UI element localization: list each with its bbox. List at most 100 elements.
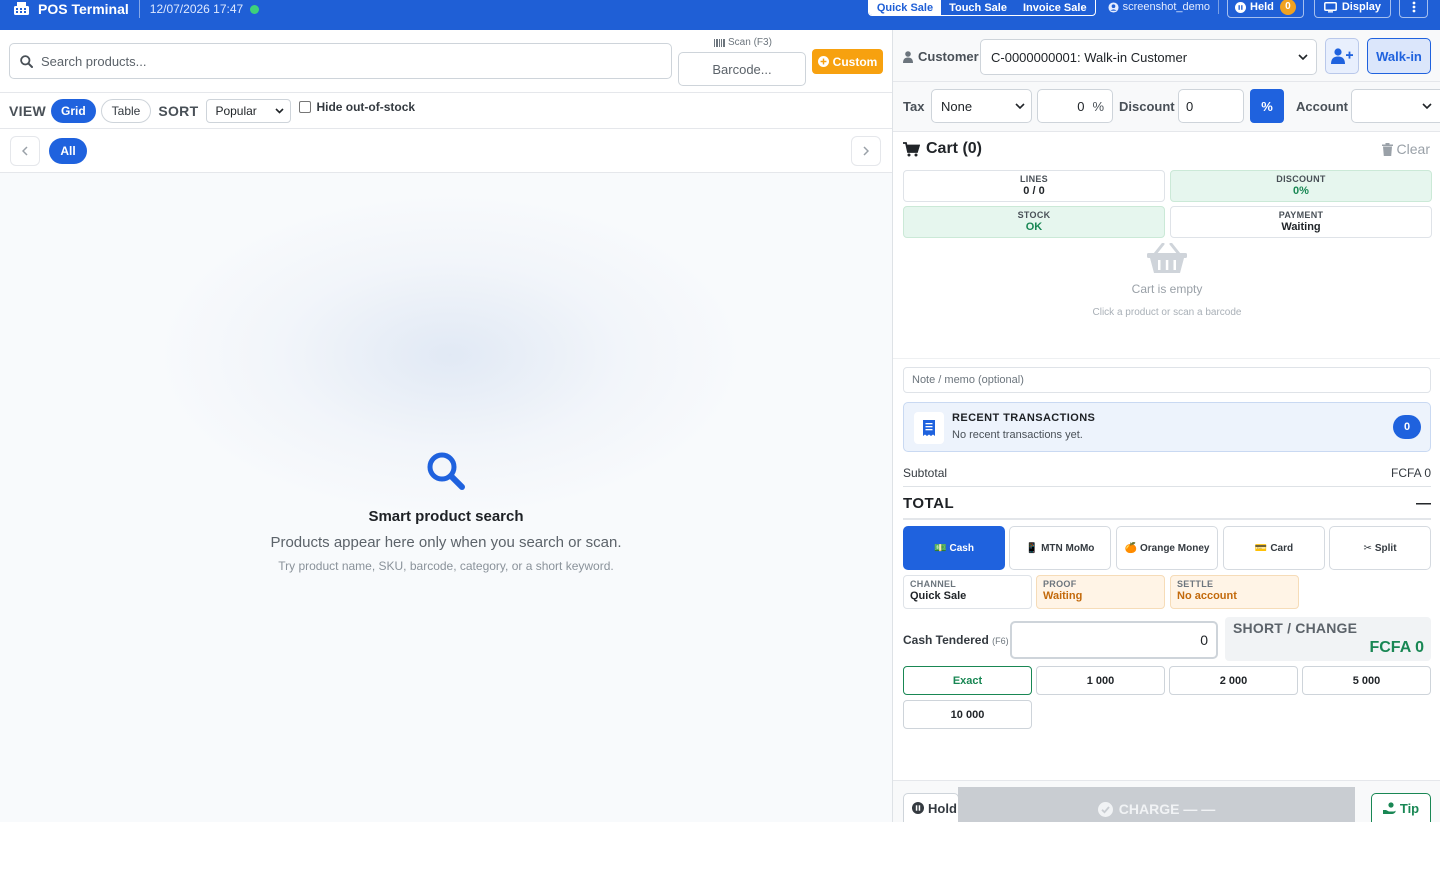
short-change-value: FCFA 0 xyxy=(1369,639,1424,656)
basket-icon xyxy=(1147,243,1187,273)
stat-stock-value: OK xyxy=(1025,221,1043,233)
quick-amount-exact[interactable]: Exact xyxy=(903,666,1032,695)
account-select[interactable] xyxy=(1351,89,1440,123)
kebab-menu-icon xyxy=(1412,1,1415,13)
short-change-label: SHORT / CHANGE xyxy=(1233,620,1358,636)
credit-card-icon: 💳 xyxy=(1254,542,1268,554)
tax-rate-input[interactable]: 0 % xyxy=(1037,89,1113,123)
stat-discount: DISCOUNT 0% xyxy=(1170,170,1432,202)
recent-transactions-title: RECENT TRANSACTIONS xyxy=(952,412,1096,424)
chevron-down-icon xyxy=(1015,103,1025,109)
receipt-icon-box xyxy=(914,412,944,444)
category-next-button[interactable] xyxy=(851,136,881,166)
search-icon xyxy=(427,452,465,490)
cart-title: Cart (0) xyxy=(926,140,983,157)
payment-method-mtn-momo[interactable]: 📱 MTN MoMo xyxy=(1009,526,1111,570)
product-search-box[interactable] xyxy=(9,43,672,79)
payment-method-split[interactable]: ✂ Split xyxy=(1329,526,1431,570)
payment-method-orange-money[interactable]: 🍊 Orange Money xyxy=(1116,526,1218,570)
held-sales-button[interactable]: Held 0 xyxy=(1227,0,1304,18)
sort-value: Popular xyxy=(215,103,257,118)
recent-transactions-panel[interactable]: RECENT TRANSACTIONS No recent transactio… xyxy=(903,402,1431,452)
category-prev-button[interactable] xyxy=(10,136,40,166)
receipt-icon xyxy=(923,420,935,436)
topbar-divider xyxy=(138,0,140,18)
cash-tendered-shortcut: (F6) xyxy=(992,636,1009,646)
hide-out-of-stock-label: Hide out-of-stock xyxy=(316,99,416,114)
stat-payment: PAYMENT Waiting xyxy=(1170,206,1432,238)
hide-out-of-stock-toggle[interactable]: Hide out-of-stock xyxy=(299,100,415,114)
note-input[interactable]: Note / memo (optional) xyxy=(903,367,1431,393)
view-table-toggle[interactable]: Table xyxy=(100,98,152,123)
cart-empty-state: Cart is empty Click a product or scan a … xyxy=(893,243,1440,359)
quick-amount-10000[interactable]: 10 000 xyxy=(903,700,1032,729)
cash-register-icon xyxy=(14,2,29,15)
payment-method-cash[interactable]: 💵 Cash xyxy=(903,526,1005,570)
quick-amount-2000[interactable]: 2 000 xyxy=(1169,666,1298,695)
customer-value: C-0000000001: Walk-in Customer xyxy=(991,49,1188,65)
mode-quick-sale[interactable]: Quick Sale xyxy=(868,0,942,15)
barcode-input[interactable]: Barcode... xyxy=(678,52,806,86)
charge-button[interactable]: CHARGE — — xyxy=(958,787,1355,822)
cash-tendered-label: Cash Tendered (F6) xyxy=(903,633,1009,647)
product-search-input[interactable] xyxy=(41,53,641,69)
channel-info: CHANNEL Quick Sale xyxy=(903,575,1032,609)
settle-value: No account xyxy=(1177,590,1237,602)
mode-invoice-sale[interactable]: Invoice Sale xyxy=(1015,0,1095,15)
customer-display-button[interactable]: Display xyxy=(1313,0,1391,18)
quick-amount-1000[interactable]: 1 000 xyxy=(1036,666,1165,695)
payment-method-card[interactable]: 💳 Card xyxy=(1223,526,1325,570)
discount-mode-toggle[interactable]: % xyxy=(1250,89,1284,123)
sort-select[interactable]: Popular xyxy=(206,98,292,123)
product-empty-state: Smart product search Products appear her… xyxy=(0,450,892,573)
customer-label-group: Customer xyxy=(903,49,979,64)
orange-fruit-icon: 🍊 xyxy=(1124,542,1137,554)
settle-info: SETTLE No account xyxy=(1170,575,1299,609)
hold-sale-button[interactable]: Hold xyxy=(903,793,959,822)
tax-select[interactable]: None xyxy=(931,89,1032,123)
cash-tendered-input[interactable]: 0 xyxy=(1010,621,1218,659)
mobile-phone-icon: 📱 xyxy=(1025,542,1039,554)
chevron-left-icon xyxy=(22,146,28,156)
subtotal-label: Subtotal xyxy=(903,466,948,480)
category-all-chip[interactable]: All xyxy=(49,138,87,164)
pos-app: POS Terminal 12/07/2026 17:47 Quick Sale… xyxy=(0,0,1440,822)
customer-select[interactable]: C-0000000001: Walk-in Customer xyxy=(980,39,1317,75)
stat-stock-label: STOCK xyxy=(1017,210,1051,220)
stat-lines-value: 0 / 0 xyxy=(1023,185,1045,197)
charge-label: CHARGE — — xyxy=(1118,801,1216,817)
category-bar: All xyxy=(0,129,892,173)
payment-method-label: Orange Money xyxy=(1139,542,1210,554)
tip-label: Tip xyxy=(1399,800,1420,816)
stat-stock: STOCK OK xyxy=(903,206,1165,238)
mode-touch-sale[interactable]: Touch Sale xyxy=(941,0,1015,15)
recent-transactions-count: 0 xyxy=(1393,415,1421,439)
more-menu-button[interactable] xyxy=(1399,0,1428,18)
tip-button[interactable]: Tip xyxy=(1371,793,1431,822)
payment-method-label: Cash xyxy=(949,542,974,554)
tax-discount-row: Tax None 0 % Discount 0 % Account xyxy=(893,82,1440,132)
empty-state-title: Smart product search xyxy=(368,508,524,525)
stat-discount-label: DISCOUNT xyxy=(1276,174,1326,184)
hide-out-of-stock-checkbox[interactable] xyxy=(299,100,312,113)
proof-info: PROOF Waiting xyxy=(1036,575,1165,609)
discount-input[interactable]: 0 xyxy=(1178,89,1244,123)
add-customer-button[interactable] xyxy=(1325,38,1359,74)
total-value: — xyxy=(1416,495,1431,512)
custom-item-button[interactable]: Custom xyxy=(812,49,883,74)
walk-in-button[interactable]: Walk-in xyxy=(1367,38,1431,74)
cash-tendered-text: Cash Tendered xyxy=(903,633,989,647)
proof-label: PROOF xyxy=(1043,579,1077,589)
current-user: screenshot_demo xyxy=(1108,0,1210,14)
short-change-box: SHORT / CHANGE FCFA 0 xyxy=(1225,617,1431,661)
chevron-down-icon xyxy=(275,107,285,114)
proof-value: Waiting xyxy=(1043,590,1083,602)
quick-amount-5000[interactable]: 5 000 xyxy=(1302,666,1431,695)
cart-panel: Customer C-0000000001: Walk-in Customer … xyxy=(892,30,1440,822)
recent-transactions-subtitle: No recent transactions yet. xyxy=(952,429,1083,441)
user-icon xyxy=(903,50,913,63)
clear-cart-button[interactable]: Clear xyxy=(1381,141,1430,157)
view-controls: VIEW Grid Table SORT Popular Hide out-of… xyxy=(0,93,892,129)
view-grid-toggle[interactable]: Grid xyxy=(50,98,96,123)
display-label: Display xyxy=(1341,1,1381,13)
